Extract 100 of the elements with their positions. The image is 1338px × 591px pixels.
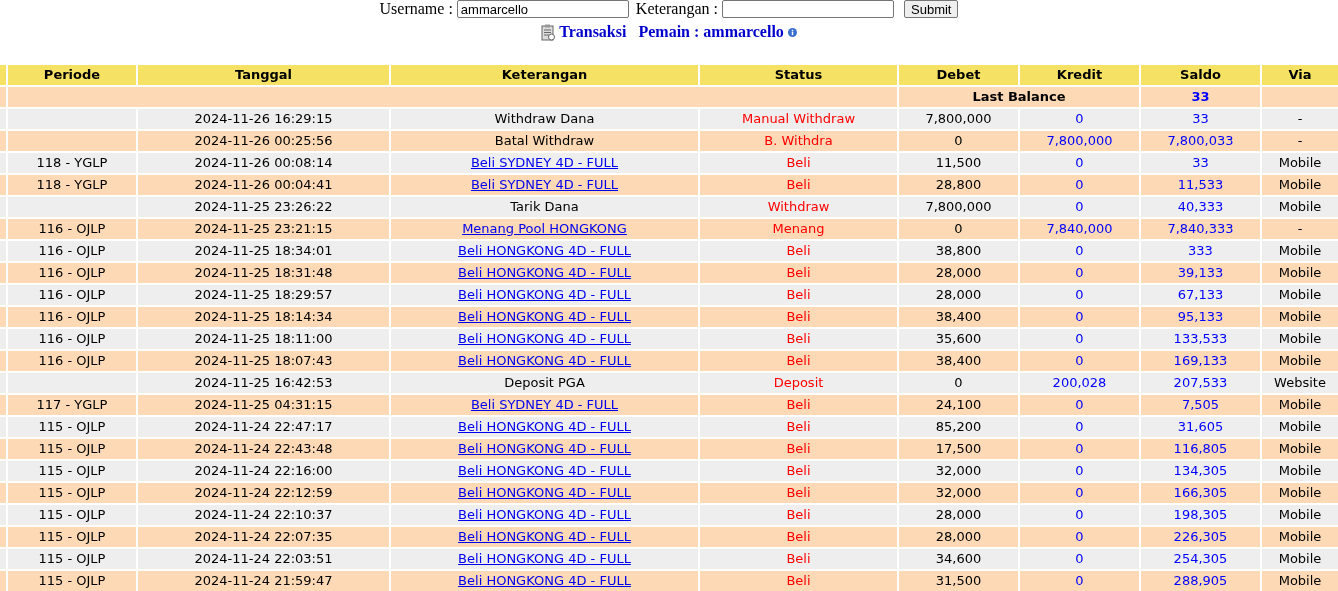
submit-button[interactable]: Submit (904, 0, 959, 18)
table-cell: 85,200 (899, 417, 1018, 437)
table-cell: 38,400 (899, 307, 1018, 327)
username-label: Username : (379, 0, 453, 18)
table-cell: Beli (700, 351, 897, 371)
table-cell: Withdraw (700, 197, 897, 217)
table-cell: Beli (700, 329, 897, 349)
table-cell: Beli (700, 461, 897, 481)
table-cell: 2024-11-25 18:34:01 (138, 241, 389, 261)
table-cell: Withdraw Dana (391, 109, 698, 129)
transaksi-link[interactable]: Transaksi (559, 23, 627, 41)
table-cell: 11,500 (899, 153, 1018, 173)
table-cell: 24,100 (899, 395, 1018, 415)
column-header: Status (700, 65, 897, 85)
table-cell: 95,133 (1141, 307, 1260, 327)
table-cell: 28,000 (899, 285, 1018, 305)
table-cell: 116 - OJLP (8, 285, 136, 305)
table-cell: 0 (1020, 351, 1139, 371)
table-cell: 0 (1020, 307, 1139, 327)
table-cell (0, 131, 6, 151)
table-cell: Tarik Dana (391, 197, 698, 217)
table-cell: 28,000 (899, 527, 1018, 547)
table-cell: 115 - OJLP (8, 571, 136, 591)
table-cell: 117 - YGLP (8, 395, 136, 415)
table-cell: 0 (1020, 175, 1139, 195)
table-cell (0, 263, 6, 283)
table-cell: Mobile (1262, 197, 1338, 217)
table-cell: Beli (700, 527, 897, 547)
table-cell: 207,533 (1141, 373, 1260, 393)
table-cell: 2024-11-25 23:21:15 (138, 219, 389, 239)
table-cell: 333 (1141, 241, 1260, 261)
table-cell: 33 (1141, 109, 1260, 129)
column-header: Kredit (1020, 65, 1139, 85)
table-cell: 116,805 (1141, 439, 1260, 459)
table-cell: 0 (1020, 505, 1139, 525)
table-cell: 116 - OJLP (8, 263, 136, 283)
table-cell: Mobile (1262, 417, 1338, 437)
table-cell: 115 - OJLP (8, 439, 136, 459)
table-cell: Beli (700, 285, 897, 305)
table-cell: 116 - OJLP (8, 329, 136, 349)
table-cell: Menang (700, 219, 897, 239)
table-cell: 35,600 (899, 329, 1018, 349)
table-cell: Website (1262, 373, 1338, 393)
table-cell: 0 (1020, 395, 1139, 415)
table-cell: 7,505 (1141, 395, 1260, 415)
table-cell: Beli (700, 307, 897, 327)
table-cell: 7,800,000 (899, 109, 1018, 129)
table-cell: 2024-11-25 18:14:34 (138, 307, 389, 327)
table-cell: 0 (899, 373, 1018, 393)
table-cell: Beli (700, 571, 897, 591)
table-cell: 116 - OJLP (8, 307, 136, 327)
table-cell: Mobile (1262, 505, 1338, 525)
table-cell: Beli (700, 395, 897, 415)
table-cell: Mobile (1262, 153, 1338, 173)
keterangan-field[interactable] (722, 0, 894, 18)
table-cell: 2024-11-26 16:29:15 (138, 109, 389, 129)
table-cell: 31,500 (899, 571, 1018, 591)
table-cell: 0 (1020, 483, 1139, 503)
table-cell (0, 307, 6, 327)
table-cell: 2024-11-25 23:26:22 (138, 197, 389, 217)
table-cell: Mobile (1262, 263, 1338, 283)
table-cell: 2024-11-25 18:11:00 (138, 329, 389, 349)
table-cell: Beli (700, 153, 897, 173)
table-cell: 198,305 (1141, 505, 1260, 525)
table-cell: 115 - OJLP (8, 483, 136, 503)
table-cell: 288,905 (1141, 571, 1260, 591)
table-cell: Mobile (1262, 351, 1338, 371)
table-cell: Beli (700, 505, 897, 525)
table-cell: 115 - OJLP (8, 461, 136, 481)
table-cell: 0 (899, 131, 1018, 151)
table-cell: 0 (1020, 153, 1139, 173)
table-cell: 17,500 (899, 439, 1018, 459)
table-cell: Beli (700, 175, 897, 195)
table-cell: 0 (1020, 241, 1139, 261)
table-cell: 2024-11-26 00:25:56 (138, 131, 389, 151)
table-cell: Mobile (1262, 527, 1338, 547)
table-cell: Mobile (1262, 395, 1338, 415)
table-cell (0, 175, 6, 195)
username-field[interactable]: ammarcello (456, 0, 629, 18)
table-cell: 38,400 (899, 351, 1018, 371)
table-cell: 0 (1020, 549, 1139, 569)
table-cell: Mobile (1262, 285, 1338, 305)
table-cell: 200,028 (1020, 373, 1139, 393)
table-cell: 11,533 (1141, 175, 1260, 195)
table-cell: 0 (1020, 263, 1139, 283)
table-cell: 0 (899, 219, 1018, 239)
table-cell: 31,605 (1141, 417, 1260, 437)
table-cell: 118 - YGLP (8, 175, 136, 195)
table-cell: - (1262, 219, 1338, 239)
column-header (0, 65, 6, 85)
column-header: Periode (8, 65, 136, 85)
table-cell: 2024-11-26 00:04:41 (138, 175, 389, 195)
info-icon[interactable] (787, 27, 797, 37)
table-cell: 33 (1141, 153, 1260, 173)
table-cell: Deposit (700, 373, 897, 393)
table-cell: 32,000 (899, 483, 1018, 503)
pemain-link[interactable]: Pemain : ammarcello (638, 23, 784, 41)
table-cell: 2024-11-24 22:07:35 (138, 527, 389, 547)
table-cell: 32,000 (899, 461, 1018, 481)
table-cell: 0 (1020, 329, 1139, 349)
